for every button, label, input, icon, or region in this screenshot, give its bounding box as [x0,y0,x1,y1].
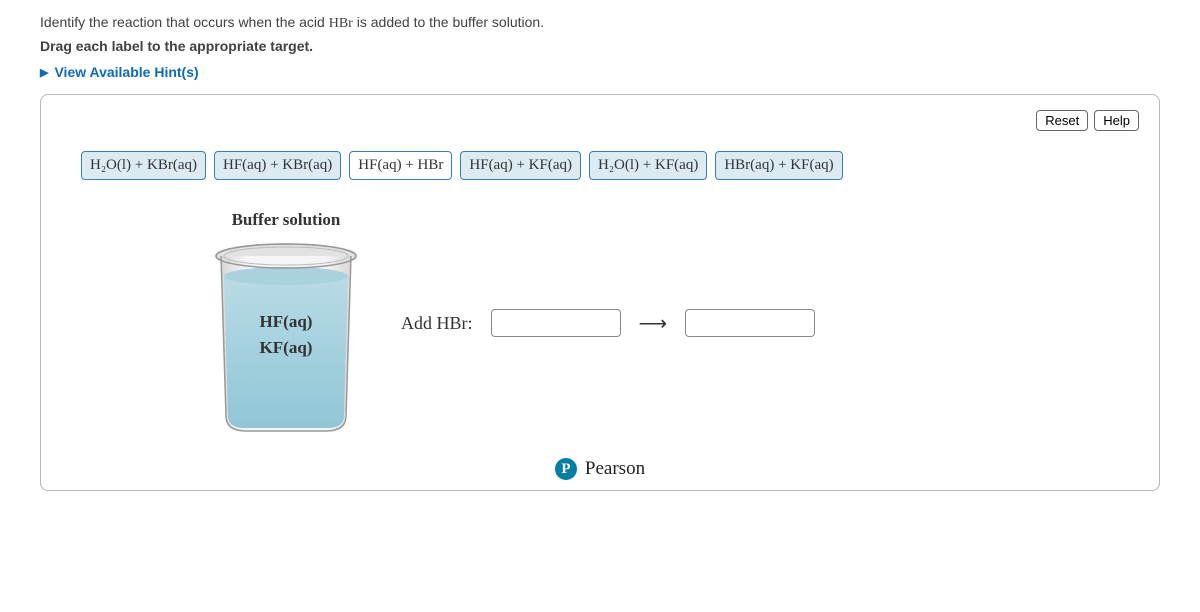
question-prefix: Identify the reaction that occurs when t… [40,14,329,30]
hints-label: View Available Hint(s) [54,64,198,80]
reset-button[interactable]: Reset [1036,110,1088,131]
beaker-component-1: HF(aq) [201,312,371,332]
top-controls: Reset Help [61,110,1139,131]
activity-panel: Reset Help H₂O(l) + KBr(aq) HF(aq) + KBr… [40,94,1160,491]
drag-label-h2o-kbr[interactable]: H₂O(l) + KBr(aq) [81,151,206,180]
question-suffix: is added to the buffer solution. [353,14,544,30]
instruction-text: Drag each label to the appropriate targe… [40,38,1160,54]
reaction-prompt: Add HBr: [401,313,473,334]
drag-label-hbr-kf[interactable]: HBr(aq) + KF(aq) [715,151,842,180]
beaker-contents: HF(aq) KF(aq) [201,306,371,364]
drag-label-hf-kf[interactable]: HF(aq) + KF(aq) [460,151,581,180]
drag-label-hf-kbr[interactable]: HF(aq) + KBr(aq) [214,151,341,180]
pearson-logo-icon: P [555,458,577,480]
draggable-labels-row: H₂O(l) + KBr(aq) HF(aq) + KBr(aq) HF(aq)… [81,151,1139,180]
beaker-graphic: HF(aq) KF(aq) [201,236,371,436]
beaker-block: Buffer solution [201,210,371,436]
arrow-right-icon: ⟶ [639,311,668,336]
pearson-brand-text: Pearson [585,458,645,480]
work-area: Buffer solution [61,210,1139,446]
drop-target-product[interactable] [685,309,815,337]
drag-label-hf-hbr[interactable]: HF(aq) + HBr [349,151,452,180]
caret-right-icon: ▶ [40,66,48,79]
footer-brand: P Pearson [61,458,1139,480]
question-text: Identify the reaction that occurs when t… [40,14,1160,32]
drop-target-reactant[interactable] [491,309,621,337]
question-chem: HBr [329,16,353,31]
drag-label-h2o-kf[interactable]: H₂O(l) + KF(aq) [589,151,707,180]
beaker-title: Buffer solution [201,210,371,230]
help-button[interactable]: Help [1094,110,1139,131]
beaker-component-2: KF(aq) [201,338,371,358]
reaction-row: Add HBr: ⟶ [401,309,815,337]
view-hints-toggle[interactable]: ▶ View Available Hint(s) [40,64,1160,80]
